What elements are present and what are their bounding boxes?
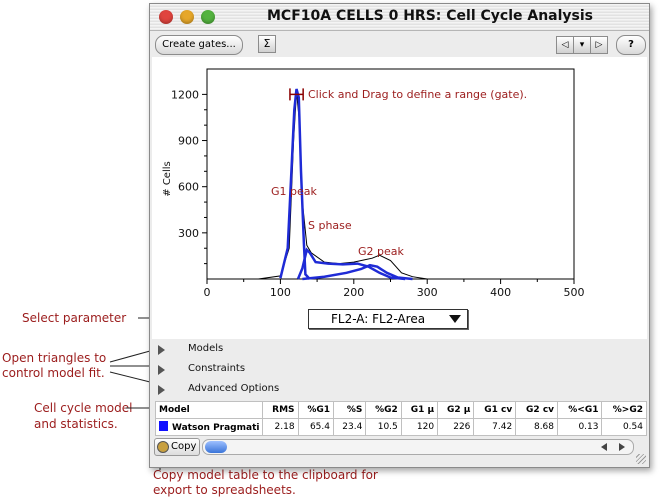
y-axis-label: # Cells bbox=[162, 161, 173, 196]
next-button[interactable]: ▷ bbox=[590, 36, 608, 54]
table-header-row: Model RMS %G1 %S %G2 G1 µ G2 µ G1 cv G2 … bbox=[154, 401, 647, 419]
s-phase-annotation: S phase bbox=[308, 219, 352, 232]
g2-peak-annotation: G2 peak bbox=[358, 245, 404, 258]
column-header: Model bbox=[154, 401, 264, 419]
x-tick-label: 300 bbox=[417, 286, 438, 299]
toolbar: Create gates... Σ ◁ ▾ ▷ ? bbox=[150, 31, 649, 57]
disclosure-label: Constraints bbox=[188, 363, 246, 374]
title-bar[interactable]: MCF10A CELLS 0 HRS: Cell Cycle Analysis bbox=[150, 4, 649, 31]
disclosure-advanced-options[interactable]: Advanced Options bbox=[154, 382, 634, 398]
table-cell: 23.4 bbox=[332, 418, 367, 436]
table-cell: 2.18 bbox=[262, 418, 299, 436]
table-cell: 10.5 bbox=[365, 418, 402, 436]
x-tick-label: 400 bbox=[490, 286, 511, 299]
scroll-right-arrow-icon[interactable] bbox=[619, 443, 625, 451]
model-name: Watson Pragmati bbox=[172, 423, 260, 433]
histogram-panel[interactable]: 0 100 200 300 400 500 300 600 900 1200 # Cells Cli… bbox=[152, 57, 647, 339]
g1-peak-annotation: G1 peak bbox=[271, 185, 317, 198]
copy-icon bbox=[157, 441, 169, 453]
scrollbar-thumb[interactable] bbox=[205, 441, 227, 453]
model-name-cell[interactable]: Watson Pragmati bbox=[154, 418, 264, 436]
model-statistics-table[interactable]: Model RMS %G1 %S %G2 G1 µ G2 µ G1 cv G2 … bbox=[154, 401, 647, 436]
copy-button[interactable]: Copy bbox=[154, 438, 200, 456]
zoom-window-button[interactable] bbox=[201, 10, 215, 24]
column-header: %G1 bbox=[297, 401, 335, 419]
y-tick-label: 600 bbox=[178, 181, 199, 194]
disclosure-triangle-icon[interactable] bbox=[158, 365, 165, 375]
table-cell: 7.42 bbox=[473, 418, 517, 436]
disclosure-label: Advanced Options bbox=[188, 383, 280, 394]
column-header: %<G1 bbox=[557, 401, 603, 419]
analysis-window: MCF10A CELLS 0 HRS: Cell Cycle Analysis … bbox=[149, 3, 650, 468]
y-tick-label: 900 bbox=[178, 135, 199, 148]
window-title: MCF10A CELLS 0 HRS: Cell Cycle Analysis bbox=[266, 8, 593, 24]
table-cell: 0.13 bbox=[557, 418, 603, 436]
chevron-down-icon bbox=[449, 315, 461, 323]
column-header: %S bbox=[332, 401, 367, 419]
column-header: %>G2 bbox=[601, 401, 647, 419]
resize-grip-icon[interactable] bbox=[636, 454, 646, 464]
disclosure-models[interactable]: Models bbox=[154, 342, 634, 358]
x-tick-label: 100 bbox=[270, 286, 291, 299]
horizontal-scrollbar[interactable] bbox=[202, 439, 634, 455]
column-header: RMS bbox=[262, 401, 299, 419]
navigation-menu-button[interactable]: ▾ bbox=[573, 36, 591, 54]
table-cell: 226 bbox=[437, 418, 475, 436]
gate-hint-annotation: Click and Drag to define a range (gate). bbox=[308, 88, 528, 101]
column-header: G1 µ bbox=[400, 401, 439, 419]
create-gates-button[interactable]: Create gates... bbox=[155, 35, 243, 55]
x-tick-label: 200 bbox=[343, 286, 364, 299]
x-tick-label: 500 bbox=[564, 286, 585, 299]
table-row[interactable]: Watson Pragmati 2.18 65.4 23.4 10.5 120 … bbox=[154, 418, 647, 436]
table-cell: 120 bbox=[400, 418, 439, 436]
close-window-button[interactable] bbox=[159, 10, 173, 24]
disclosure-label: Models bbox=[188, 343, 224, 354]
table-cell: 8.68 bbox=[515, 418, 559, 436]
y-tick-label: 1200 bbox=[171, 88, 199, 101]
model-color-swatch bbox=[159, 421, 168, 431]
table-cell: 65.4 bbox=[297, 418, 335, 436]
previous-button[interactable]: ◁ bbox=[556, 36, 574, 54]
disclosure-triangle-icon[interactable] bbox=[158, 385, 165, 395]
column-header: G1 cv bbox=[473, 401, 517, 419]
x-tick-label: 0 bbox=[204, 286, 211, 299]
copy-button-label: Copy bbox=[171, 441, 197, 452]
help-button[interactable]: ? bbox=[616, 35, 646, 55]
parameter-select-value: FL2-A: FL2-Area bbox=[331, 312, 426, 326]
minimize-window-button[interactable] bbox=[180, 10, 194, 24]
column-header: G2 cv bbox=[515, 401, 559, 419]
sigma-button[interactable]: Σ bbox=[258, 35, 276, 53]
disclosure-triangle-icon[interactable] bbox=[158, 345, 165, 355]
column-header: %G2 bbox=[365, 401, 402, 419]
y-tick-label: 300 bbox=[178, 227, 199, 240]
column-header: G2 µ bbox=[437, 401, 475, 419]
disclosure-constraints[interactable]: Constraints bbox=[154, 362, 634, 378]
scroll-left-arrow-icon[interactable] bbox=[601, 443, 607, 451]
table-cell: 0.54 bbox=[601, 418, 647, 436]
parameter-select[interactable]: FL2-A: FL2-Area bbox=[308, 309, 468, 329]
